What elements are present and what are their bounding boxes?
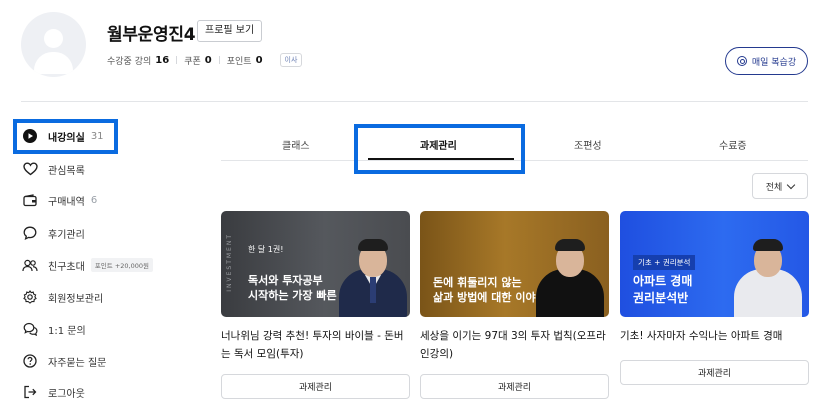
avatar-body-shape [34,52,73,74]
users-icon [22,257,38,273]
heart-icon [22,161,38,177]
header-divider [21,101,808,102]
speech-bubble-icon [22,225,38,241]
instructor-photo [536,227,604,317]
tab-class[interactable]: 클래스 [282,137,310,152]
assignment-management-button[interactable]: 과제관리 [420,374,609,399]
logout-icon [22,384,38,400]
filter-value: 전체 [765,182,783,193]
sidebar-item-logout[interactable]: 로그아웃 [22,382,85,402]
gear-icon [22,289,38,305]
avatar [21,12,86,77]
chevron-down-icon [787,180,796,189]
avatar-head-shape [44,29,63,48]
sidebar-item-label: 로그아웃 [48,388,85,400]
instructor-photo [339,227,407,317]
course-thumbnail[interactable]: INVESTMENT 한 달 1권! 독서와 투자공부 시작하는 가장 빠른 방… [221,211,410,317]
stat-label-courses: 수강중 강의 [107,56,152,67]
sidebar-item-label: 회원정보관리 [48,293,104,305]
thumbnail-caption: 한 달 1권! [248,245,284,254]
stat-label-points: 포인트 [226,56,252,67]
wallet-icon [22,192,38,208]
highlight-box-tab [354,124,525,174]
thumbnail-vertical-text: INVESTMENT [226,233,233,292]
sidebar-item-label: 친구초대 [48,261,85,273]
sidebar-item-label: 1:1 문의 [48,325,86,337]
username: 월부운영진4 [107,25,196,45]
invite-points-badge: 포인트 +20,000원 [90,258,153,272]
target-icon [736,56,747,66]
tab-certificate[interactable]: 수료증 [719,137,747,152]
sidebar-item-reviews[interactable]: 후기관리 [22,223,85,243]
assignment-management-button[interactable]: 과제관리 [221,374,410,399]
thumbnail-headline-line1: 아파트 경매 [633,274,693,288]
chat-icon [22,321,38,337]
stat-value-points[interactable]: 0 [256,55,263,66]
thumbnail-tag: 기초 + 권리분석 [633,255,696,270]
instructor-photo [734,227,802,317]
course-thumbnail[interactable]: 돈에 휘둘리지 않는 삶과 방법에 대한 이야기 [420,211,609,317]
question-circle-icon [22,353,38,369]
filter-select[interactable]: 전체 [752,173,808,199]
stat-value-courses[interactable]: 16 [155,55,169,66]
course-title[interactable]: 너나위님 강력 추천! 투자의 바이블 - 돈버는 독서 모임(투자) [221,327,411,363]
sidebar-item-faq[interactable]: 자주묻는 질문 [22,351,106,371]
thumbnail-headline-line2: 삶과 방법에 대한 이야기 [433,291,546,304]
sidebar-item-count: 6 [90,194,98,206]
stat-label-coupons: 쿠폰 [184,56,201,67]
sidebar-item-label: 자주묻는 질문 [48,357,107,369]
stat-value-coupons[interactable]: 0 [205,55,212,66]
tab-group-assignment[interactable]: 조편성 [574,137,602,152]
sidebar-item-label: 후기관리 [48,229,85,241]
highlight-box-sidebar [13,119,118,154]
sidebar-item-label: 구매내역 [48,196,85,208]
course-title[interactable]: 세상을 이기는 97대 3의 투자 법칙(오프라인강의) [420,327,610,363]
course-title[interactable]: 기초! 사자마자 수익나는 아파트 경매 [620,327,810,345]
thumbnail-headline-line2: 권리분석반 [633,291,689,305]
assignment-management-button[interactable]: 과제관리 [620,360,809,385]
sidebar-item-invite-friends[interactable]: 친구초대 포인트 +20,000원 [22,255,153,275]
daily-review-label: 매일 복습강 [751,57,797,68]
sidebar-item-account-settings[interactable]: 회원정보관리 [22,287,103,307]
stat-divider [176,56,178,64]
daily-review-button[interactable]: 매일 복습강 [725,47,808,75]
stat-divider [218,56,220,64]
user-stats: 수강중 강의 16 쿠폰 0 포인트 0 이사 [107,53,303,67]
sidebar-item-label: 관심목록 [48,165,85,177]
sidebar-item-purchases[interactable]: 구매내역 6 [22,190,97,210]
thumbnail-headline-line1: 독서와 투자공부 [248,274,323,287]
profile-view-button[interactable]: 프로필 보기 [197,20,263,42]
course-thumbnail[interactable]: 기초 + 권리분석 아파트 경매 권리분석반 [620,211,809,317]
sidebar-item-inquiry[interactable]: 1:1 문의 [22,319,86,339]
thumbnail-headline-line1: 돈에 휘둘리지 않는 [433,276,522,289]
user-role-tag: 이사 [279,53,303,67]
sidebar-item-wishlist[interactable]: 관심목록 [22,159,85,179]
